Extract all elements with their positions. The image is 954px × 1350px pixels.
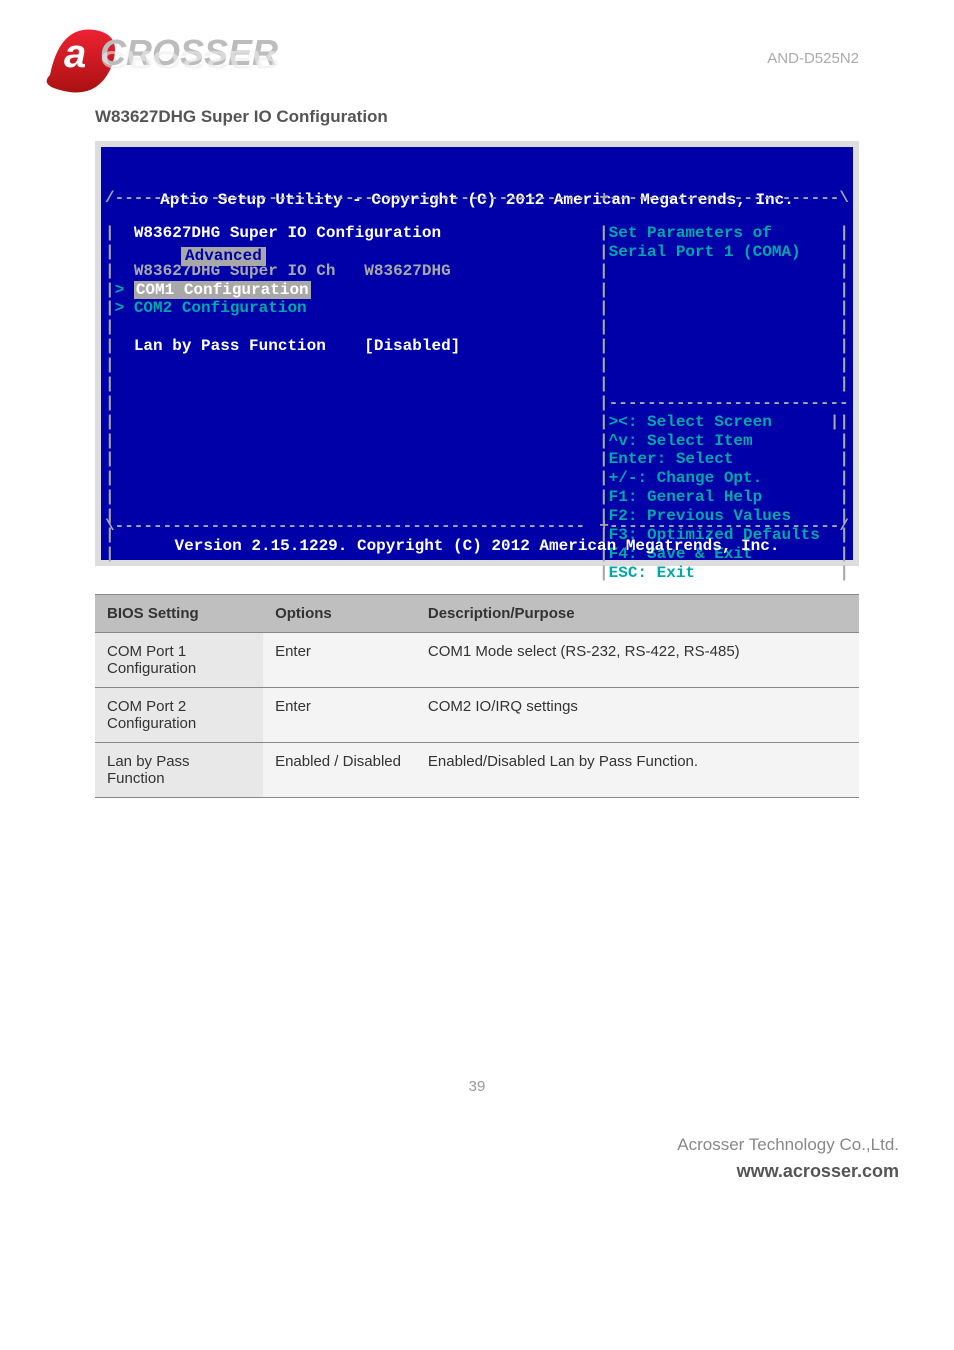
bios-version-footer: Version 2.15.1229. Copyright (C) 2012 Am… [101, 537, 853, 556]
th-setting: BIOS Setting [95, 595, 263, 633]
table-row: COM Port 1 Configuration Enter COM1 Mode… [95, 633, 859, 688]
svg-text:CROSSER: CROSSER [100, 45, 279, 73]
th-options: Options [263, 595, 416, 633]
key-help-1: ><: Select Screen [609, 413, 772, 431]
cell-setting: COM Port 2 Configuration [95, 688, 263, 743]
page-number: 39 [95, 1078, 859, 1095]
help-text-1: Set Parameters of [609, 224, 772, 242]
lan-bypass-label[interactable]: Lan by Pass Function [134, 337, 326, 355]
svg-text:a: a [64, 32, 86, 76]
cell-desc: Enabled/Disabled Lan by Pass Function. [416, 743, 859, 798]
key-help-5: F1: General Help [609, 488, 763, 506]
key-help-3: Enter: Select [609, 450, 734, 468]
cell-setting: Lan by Pass Function [95, 743, 263, 798]
footer-company: Acrosser Technology Co.,Ltd. [95, 1135, 899, 1155]
bios-screenshot: Aptio Setup Utility - Copyright (C) 2012… [95, 141, 859, 566]
cell-desc: COM2 IO/IRQ settings [416, 688, 859, 743]
key-help-9: ESC: Exit [609, 564, 695, 582]
table-row: Lan by Pass Function Enabled / Disabled … [95, 743, 859, 798]
lan-bypass-value: [Disabled] [364, 337, 460, 355]
section-title: W83627DHG Super IO Configuration [95, 107, 859, 127]
menu-com2[interactable]: COM2 Configuration [134, 299, 307, 317]
cell-options: Enter [263, 688, 416, 743]
chip-label: W83627DHG Super IO Ch [134, 262, 336, 280]
cell-options: Enabled / Disabled [263, 743, 416, 798]
cell-desc: COM1 Mode select (RS-232, RS-422, RS-485… [416, 633, 859, 688]
key-help-4: +/-: Change Opt. [609, 469, 763, 487]
footer-url: www.acrosser.com [95, 1161, 899, 1182]
cell-options: Enter [263, 633, 416, 688]
menu-com1[interactable]: COM1 Configuration [134, 281, 311, 299]
help-text-2: Serial Port 1 (COMA) [609, 243, 801, 261]
table-row: COM Port 2 Configuration Enter COM2 IO/I… [95, 688, 859, 743]
key-help-2: ^v: Select Item [609, 432, 753, 450]
settings-table: BIOS Setting Options Description/Purpose… [95, 594, 859, 798]
bios-heading: W83627DHG Super IO Configuration [134, 224, 441, 242]
cell-setting: COM Port 1 Configuration [95, 633, 263, 688]
chip-value: W83627DHG [364, 262, 450, 280]
